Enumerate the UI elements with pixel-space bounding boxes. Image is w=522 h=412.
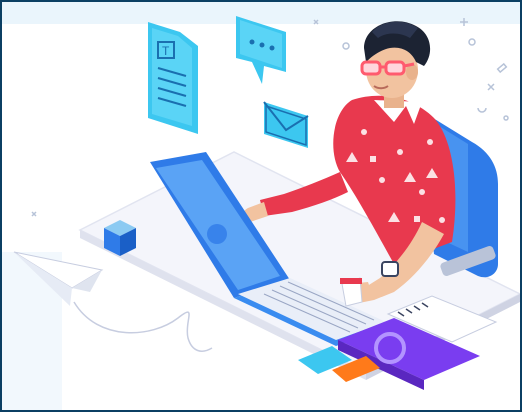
- developer-scene: T: [2, 2, 520, 410]
- top-gradient-band: [2, 2, 520, 24]
- paper-plane-trail: [73, 301, 213, 352]
- mug-lid: [340, 278, 362, 284]
- envelope-icon: [263, 101, 309, 148]
- illustration-frame: T: [0, 0, 522, 412]
- document-icon: T: [148, 22, 198, 134]
- wristwatch: [381, 261, 399, 277]
- chat-bubble-icon: [236, 16, 286, 84]
- svg-text:T: T: [162, 44, 170, 58]
- laptop-logo: [207, 224, 227, 244]
